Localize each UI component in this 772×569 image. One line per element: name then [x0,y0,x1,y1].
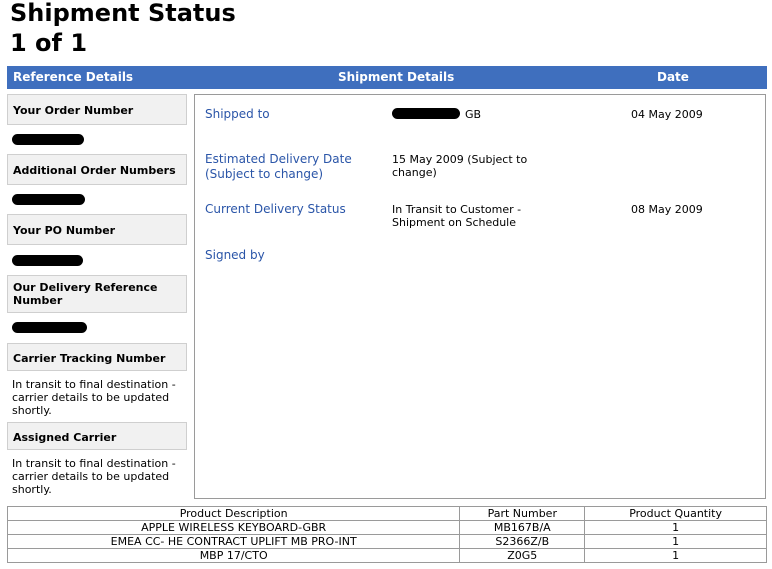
assigned-carrier-label: Assigned Carrier [13,431,117,444]
shipment-details-header: Shipment Details [338,70,455,84]
shipped-to-date: 04 May 2009 [631,108,703,121]
order-number-label: Your Order Number [13,104,134,117]
date-header: Date [657,70,689,84]
part-number-cell: MB167B/A [459,520,586,535]
product-description-cell: APPLE WIRELESS KEYBOARD-GBR [6,520,461,535]
product-quantity-cell: 1 [584,548,767,563]
delivery-status-label: Current Delivery Status [205,202,346,216]
additional-order-numbers-label: Additional Order Numbers [13,164,176,177]
po-number-box: Your PO Number [7,214,187,245]
page-subtitle: 1 of 1 [10,29,88,57]
estimated-delivery-value: 15 May 2009 (Subject to change) [392,153,528,179]
product-quantity-cell: 1 [584,534,767,549]
shipped-to-country: GB [465,108,482,121]
estimated-delivery-label: Estimated Delivery Date (Subject to chan… [205,152,352,181]
assigned-carrier-box: Assigned Carrier [7,422,187,450]
product-quantity-cell: 1 [584,520,767,535]
details-header-bar: Reference Details Shipment Details Date [7,66,767,89]
part-number-header: Part Number [459,506,586,521]
shipped-to-label: Shipped to [205,107,270,121]
products-header-row: Product Description Part Number Product … [6,506,767,521]
delivery-reference-label: Our Delivery Reference Number [13,281,158,307]
delivery-reference-box: Our Delivery Reference Number [7,275,187,313]
redacted-po-number [12,255,83,266]
order-number-box: Your Order Number [7,94,187,125]
products-table: Product Description Part Number Product … [6,506,767,563]
po-number-label: Your PO Number [13,224,116,237]
product-quantity-header: Product Quantity [584,506,767,521]
reference-details-header: Reference Details [13,70,134,84]
part-number-cell: Z0G5 [459,548,586,563]
product-description-cell: MBP 17/CTO [6,548,461,563]
part-number-cell: S2366Z/B [459,534,586,549]
signed-by-label: Signed by [205,248,265,262]
table-row: APPLE WIRELESS KEYBOARD-GBR MB167B/A 1 [6,520,767,535]
assigned-carrier-value: In transit to final destination - carrie… [12,457,176,496]
carrier-tracking-value: In transit to final destination - carrie… [12,378,176,417]
delivery-status-date: 08 May 2009 [631,203,703,216]
carrier-tracking-box: Carrier Tracking Number [7,343,187,371]
table-row: EMEA CC- HE CONTRACT UPLIFT MB PRO-INT S… [6,534,767,549]
carrier-tracking-label: Carrier Tracking Number [13,352,166,365]
shipment-details-panel: Shipped to GB 04 May 2009 Estimated Deli… [194,94,766,499]
product-description-header: Product Description [6,506,461,521]
delivery-status-value: In Transit to Customer - Shipment on Sch… [392,203,522,229]
redacted-delivery-reference [12,322,87,333]
table-row: MBP 17/CTO Z0G5 1 [6,548,767,563]
page-title: Shipment Status [10,0,236,27]
redacted-additional-order-numbers [12,194,85,205]
redacted-order-number [12,134,84,145]
additional-order-numbers-box: Additional Order Numbers [7,154,187,185]
redacted-shipped-to-address [392,108,460,119]
product-description-cell: EMEA CC- HE CONTRACT UPLIFT MB PRO-INT [6,534,461,549]
